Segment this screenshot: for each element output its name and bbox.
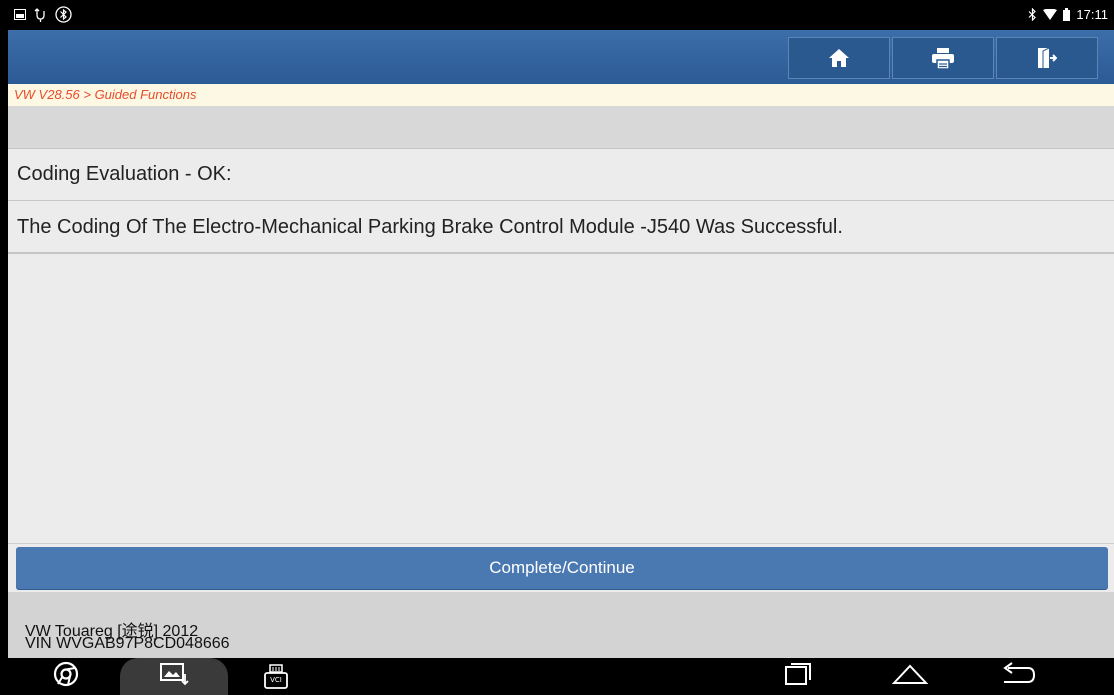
evaluation-title-text: Coding Evaluation - OK: [17,163,232,185]
vci-icon: VCI [263,663,289,690]
breadcrumb: VW V28.56 > Guided Functions [8,84,1114,106]
complete-continue-button[interactable]: Complete/Continue [16,547,1108,589]
back-icon [1000,662,1036,691]
chrome-icon [53,661,79,692]
exit-icon [1037,47,1057,69]
evaluation-message: The Coding Of The Electro-Mechanical Par… [8,202,1114,254]
header-band [8,106,1114,149]
home-icon [828,48,850,68]
vci-label: VCI [270,675,282,684]
home-nav-icon [891,663,929,690]
navigation-bar: VCI [8,658,1114,695]
bluetooth-settings-icon [55,6,72,23]
content-area [8,256,1114,544]
vehicle-vin: VIN WVGAB97P8CD048666 [25,635,230,652]
vci-button[interactable]: VCI [256,658,296,695]
back-button[interactable] [996,658,1040,695]
evaluation-message-text: The Coding Of The Electro-Mechanical Par… [17,215,843,238]
bluetooth-icon [1028,8,1037,21]
home-nav-button[interactable] [888,658,932,695]
toolbar [8,30,1114,84]
usb-icon [34,7,47,22]
recent-apps-button[interactable] [778,658,818,695]
screenshot-button[interactable] [150,658,198,695]
evaluation-title: Coding Evaluation - OK: [8,149,1114,201]
chrome-button[interactable] [44,658,88,695]
clock: 17:11 [1076,7,1108,22]
app-window: 17:11 VW V28.56 > Guided Functions Codin… [8,0,1114,695]
screenshot-icon [159,662,189,691]
battery-icon [1063,8,1071,21]
recent-apps-icon [783,662,813,691]
home-button[interactable] [788,37,890,79]
vehicle-info: VW Touareg [途锐] 2012 VIN WVGAB97P8CD0486… [8,592,1114,658]
status-bar: 17:11 [8,0,1114,30]
print-button[interactable] [892,37,994,79]
print-icon [932,47,954,69]
picture-icon [14,9,26,20]
exit-button[interactable] [996,37,1098,79]
wifi-icon [1043,9,1058,20]
